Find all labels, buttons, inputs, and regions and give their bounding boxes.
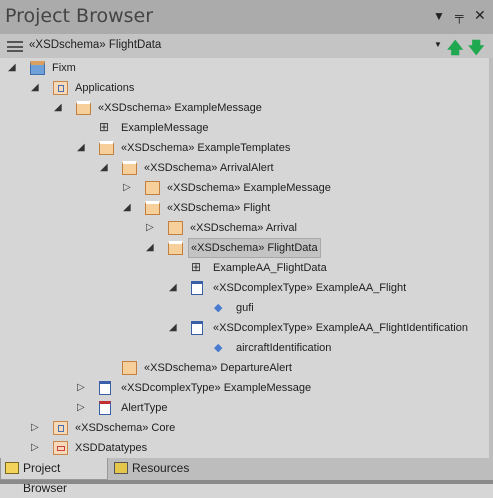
collapsed-triangle-icon[interactable]: ▷ xyxy=(77,378,89,398)
collapsed-triangle-icon[interactable]: ▷ xyxy=(31,418,43,438)
expanded-triangle-icon[interactable]: ◢ xyxy=(54,98,66,118)
package-red-icon xyxy=(53,441,68,455)
close-icon[interactable]: ✕ xyxy=(474,7,486,24)
tree-item-label: «XSDcomplexType» ExampleMessage xyxy=(121,382,312,394)
collapsed-triangle-icon[interactable]: ▷ xyxy=(146,218,158,238)
folder-open-icon xyxy=(99,141,114,155)
project-tree[interactable]: ◢ Fixm ◢ Applications ◢ «XSDschema» ExampleMe… xyxy=(0,58,493,458)
collapsed-triangle-icon[interactable]: ▷ xyxy=(77,398,89,418)
folder-icon xyxy=(145,181,160,195)
tree-item-label: «XSDschema» ExampleMessage xyxy=(167,182,331,194)
dropdown-icon[interactable]: ▼ xyxy=(433,9,445,23)
expanded-triangle-icon[interactable]: ◢ xyxy=(123,198,135,218)
expanded-triangle-icon[interactable]: ◢ xyxy=(169,278,181,298)
package-icon xyxy=(53,421,68,435)
collapsed-triangle-icon[interactable]: ▷ xyxy=(31,438,43,458)
breadcrumb-dropdown-icon[interactable]: ▼ xyxy=(434,40,442,49)
expanded-triangle-icon[interactable]: ◢ xyxy=(169,318,181,338)
collapsed-triangle-icon[interactable]: ▷ xyxy=(123,178,135,198)
tree-item-label: «XSDschema» ExampleTemplates xyxy=(121,142,291,154)
tree-item-label: ExampleAA_FlightData xyxy=(213,262,327,274)
folder-icon xyxy=(122,361,137,375)
folder-open-icon xyxy=(145,201,160,215)
tab-label: Resources xyxy=(132,461,190,475)
folder-open-icon xyxy=(122,161,137,175)
tree-item-label: Fixm xyxy=(52,62,76,74)
tree-item-label: «XSDschema» Arrival xyxy=(190,222,297,234)
attribute-icon: ◆ xyxy=(214,342,223,354)
menu-icon[interactable] xyxy=(7,41,23,52)
panel-title: Project Browser xyxy=(5,5,154,27)
class-icon xyxy=(99,381,111,395)
class-icon xyxy=(191,281,203,295)
folder-icon xyxy=(168,221,183,235)
tree-item-label: gufi xyxy=(236,302,254,314)
class-icon xyxy=(191,321,203,335)
folder-open-icon xyxy=(168,241,183,255)
expanded-triangle-icon[interactable]: ◢ xyxy=(100,158,112,178)
tree-item-label: «XSDschema» Flight xyxy=(167,202,271,214)
tab-label: Project Browser xyxy=(23,461,68,495)
tree-item-label: «XSDcomplexType» ExampleAA_FlightIdentif… xyxy=(213,322,468,334)
expanded-triangle-icon[interactable]: ◢ xyxy=(146,238,158,258)
package-icon xyxy=(53,81,68,95)
pin-icon[interactable]: ╤ xyxy=(455,9,464,23)
tree-item-label: XSDDatatypes xyxy=(75,442,148,454)
folder-open-icon xyxy=(76,101,91,115)
resources-icon xyxy=(114,462,128,474)
toolbar: «XSDschema» FlightData ▼ 🡅 🡇 xyxy=(0,34,493,58)
tree-item-label: AlertType xyxy=(121,402,168,414)
expanded-triangle-icon[interactable]: ◢ xyxy=(8,58,20,78)
tree-item-label: aircraftIdentification xyxy=(236,342,332,354)
tree-item-label: «XSDschema» DepartureAlert xyxy=(144,362,292,374)
tree-item-label: Applications xyxy=(75,82,135,94)
tab-bar: Project Browser Resources xyxy=(0,458,493,495)
diagram-icon: ⊞ xyxy=(99,120,110,134)
diagram-icon: ⊞ xyxy=(191,260,202,274)
attribute-icon: ◆ xyxy=(214,302,223,314)
tree-item-label: «XSDcomplexType» ExampleAA_Flight xyxy=(213,282,407,294)
enumeration-icon xyxy=(99,401,111,415)
tab-resources[interactable]: Resources xyxy=(110,458,200,480)
breadcrumb: «XSDschema» FlightData xyxy=(29,39,162,51)
tab-project-browser[interactable]: Project Browser xyxy=(0,458,108,495)
title-bar: Project Browser ▼ ╤ ✕ xyxy=(0,0,493,34)
tree-item-label: «XSDschema» ArrivalAlert xyxy=(144,162,274,174)
expanded-triangle-icon[interactable]: ◢ xyxy=(77,138,89,158)
expanded-triangle-icon[interactable]: ◢ xyxy=(31,78,43,98)
model-root-icon xyxy=(30,61,45,75)
tree-item-label: ExampleMessage xyxy=(121,122,209,134)
tree-item-label: «XSDschema» Core xyxy=(75,422,176,434)
tree-item-label: «XSDschema» ExampleMessage xyxy=(98,102,262,114)
tree-item-label: «XSDschema» FlightData xyxy=(188,238,321,258)
project-browser-icon xyxy=(5,462,19,474)
